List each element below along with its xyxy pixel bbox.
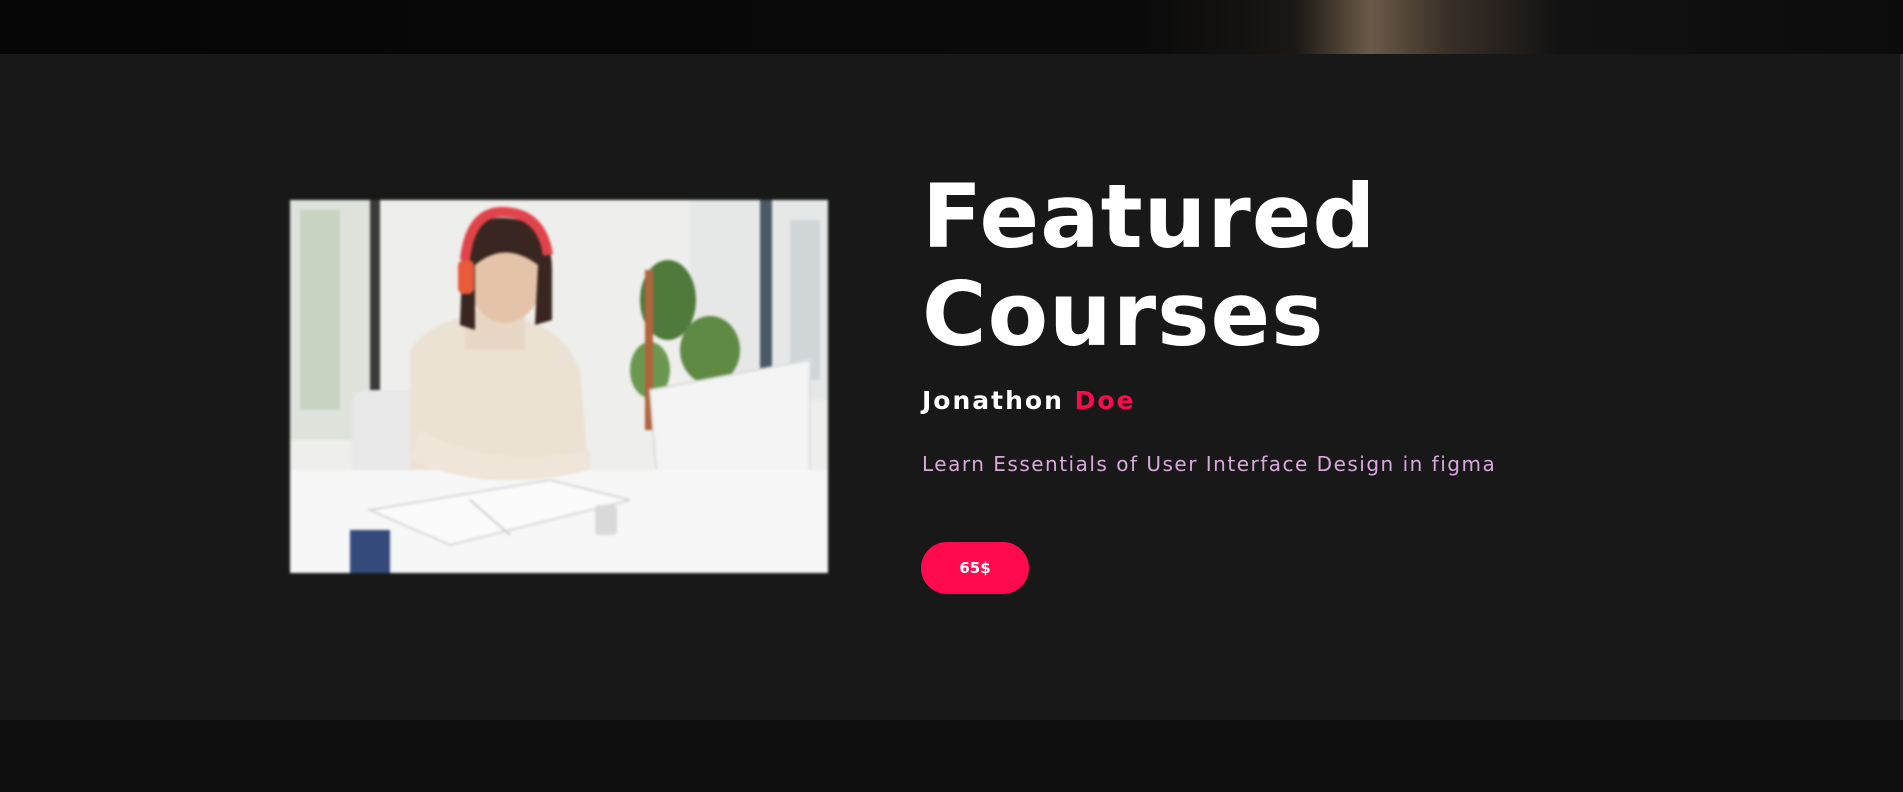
course-author: Jonathon Doe [922, 386, 1135, 415]
author-first-name: Jonathon [922, 386, 1064, 415]
title-line-1: Featured [922, 165, 1377, 268]
next-section-strip [0, 720, 1903, 792]
title-line-2: Courses [922, 263, 1325, 366]
section-title: Featured Courses [922, 168, 1482, 364]
author-last-name: Doe [1074, 386, 1136, 415]
course-image[interactable] [290, 200, 828, 573]
price-button[interactable]: 65$ [921, 542, 1029, 594]
course-description: Learn Essentials of User Interface Desig… [922, 452, 1497, 476]
hero-bottom-strip [0, 0, 1903, 54]
